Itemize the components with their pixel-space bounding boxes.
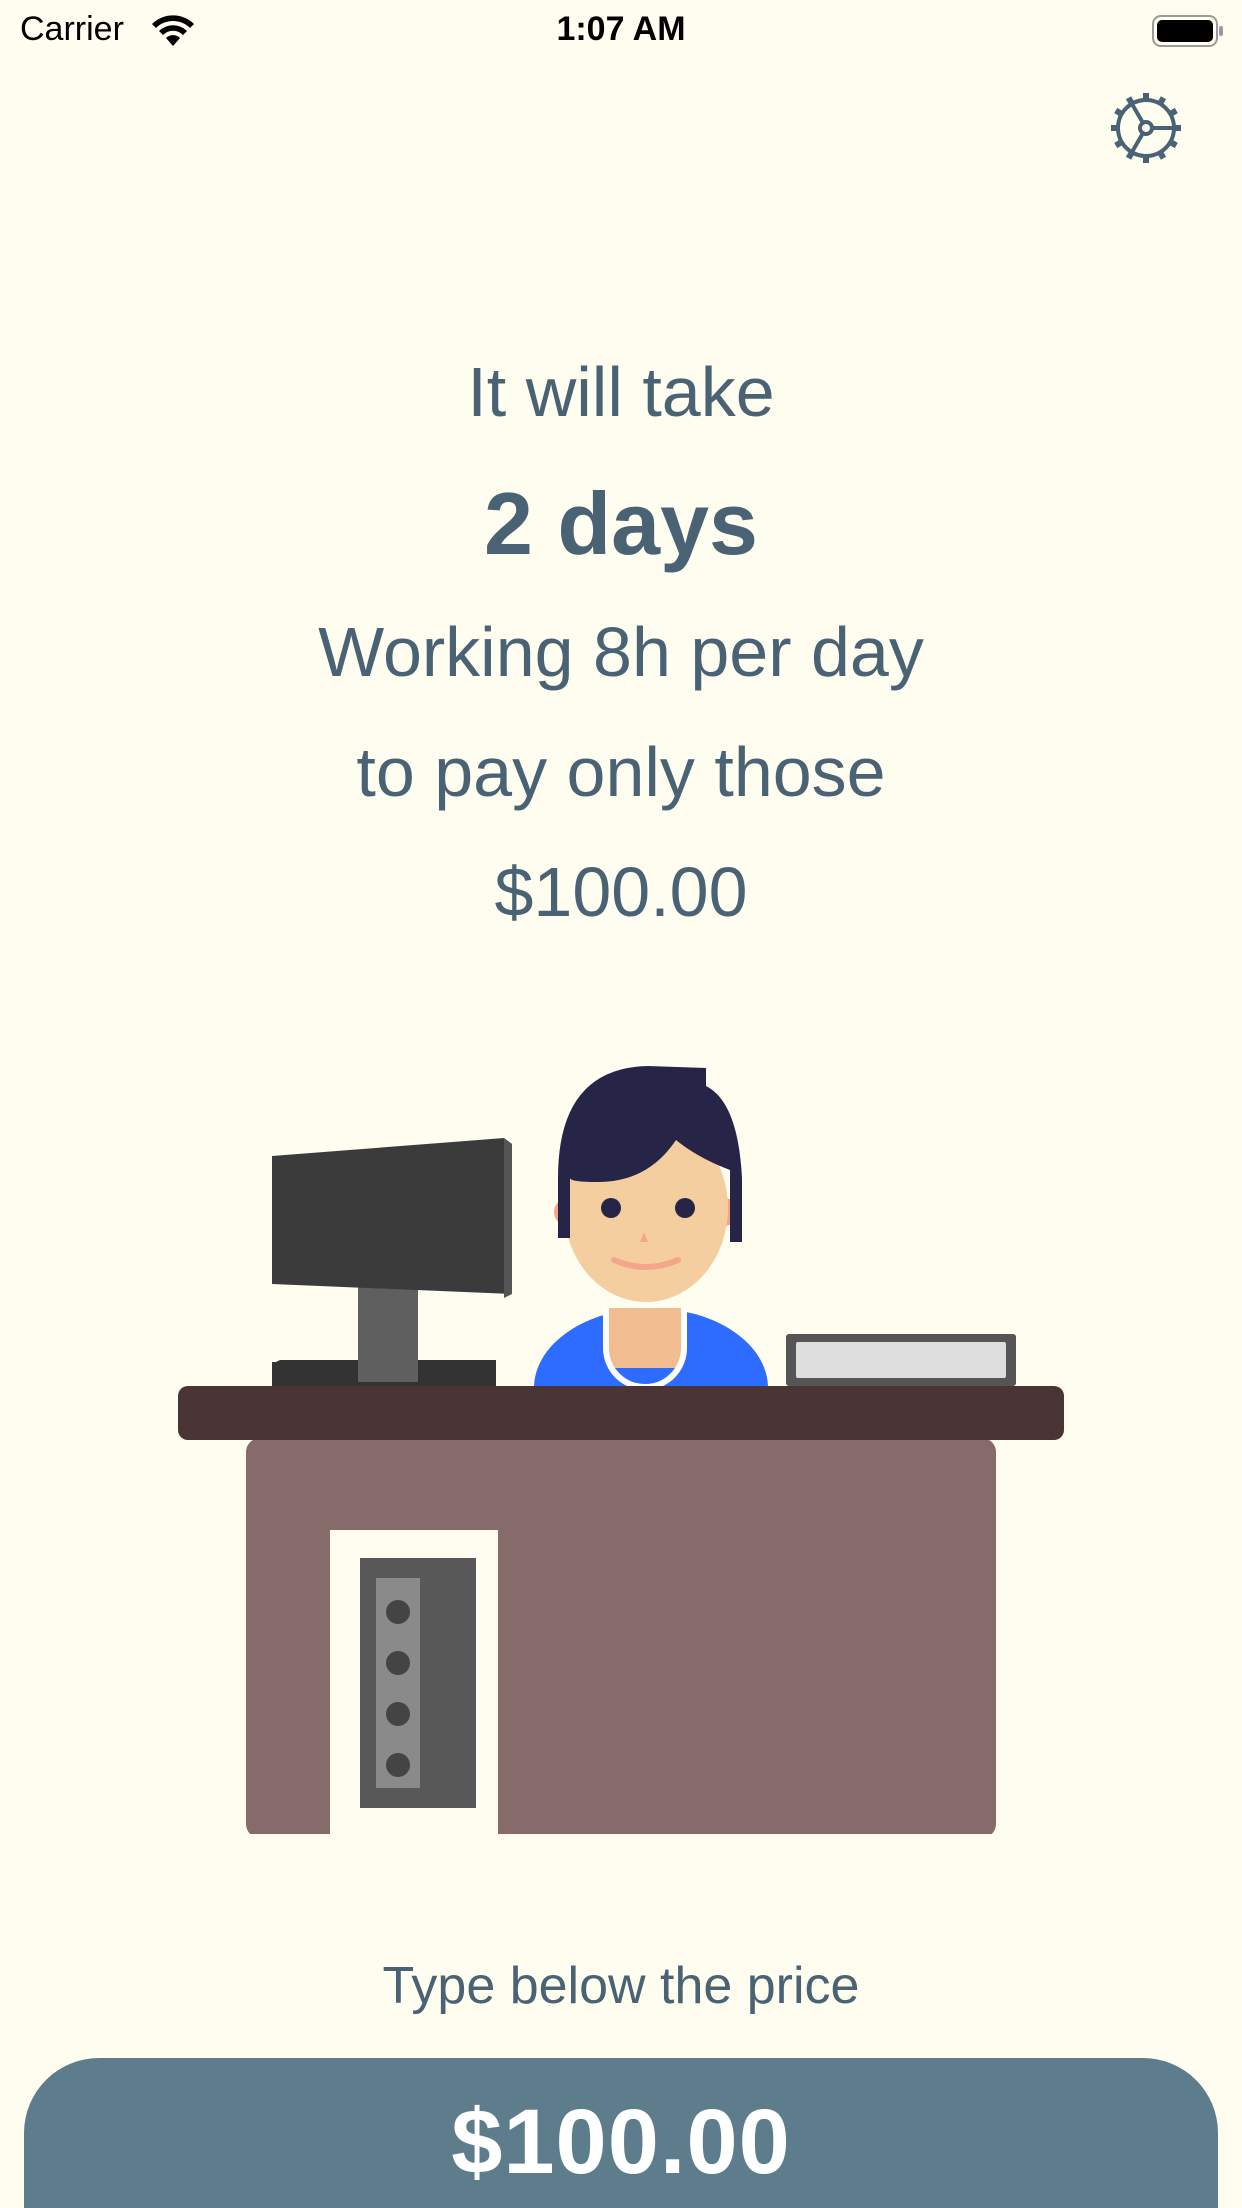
person-icon bbox=[534, 1066, 768, 1390]
hours-per-day: Working 8h per day bbox=[318, 613, 924, 691]
desk-icon bbox=[178, 1386, 1064, 1834]
price-prompt-label: Type below the price bbox=[382, 1957, 860, 2015]
monitor-icon bbox=[272, 1138, 512, 1396]
gear-icon[interactable] bbox=[1108, 90, 1184, 166]
price-summary: $100.00 bbox=[494, 853, 748, 931]
headline-intro: It will take bbox=[467, 353, 775, 431]
status-time: 1:07 AM bbox=[556, 10, 686, 48]
days-count: 2 days bbox=[484, 474, 758, 573]
books-icon bbox=[786, 1334, 1016, 1386]
price-input-value[interactable]: $100.00 bbox=[451, 2090, 791, 2195]
headline-outro: to pay only those bbox=[356, 733, 886, 811]
person-at-desk-illustration bbox=[178, 1066, 1064, 1834]
battery-icon bbox=[1152, 15, 1223, 47]
price-input[interactable]: $100.00 bbox=[24, 2058, 1218, 2208]
status-bar: Carrier 1:07 AM bbox=[0, 0, 1242, 62]
